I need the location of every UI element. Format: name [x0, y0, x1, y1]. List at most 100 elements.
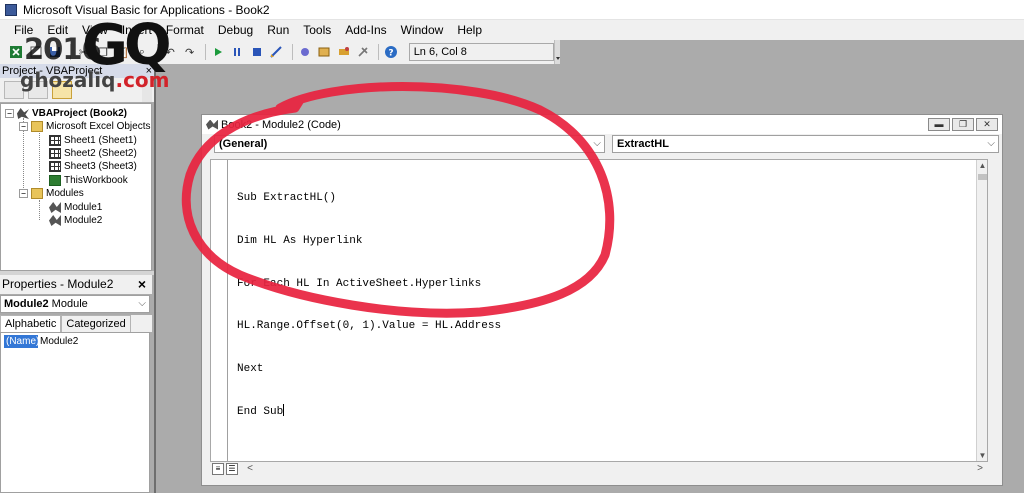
menu-help[interactable]: Help: [450, 20, 489, 40]
undo-icon[interactable]: ↶: [162, 43, 178, 61]
horizontal-scrollbar[interactable]: ≡ ☰ < >: [210, 462, 988, 476]
reset-icon[interactable]: [249, 43, 265, 61]
worksheet-icon: [49, 135, 61, 146]
properties-window-icon[interactable]: [316, 43, 332, 61]
paste-icon[interactable]: 📋: [114, 43, 130, 61]
tree-node-label: Sheet1 (Sheet1): [64, 135, 137, 146]
properties-object-select[interactable]: Module2 Module ⌵: [0, 295, 150, 313]
redo-icon[interactable]: ↷: [181, 43, 197, 61]
tree-node-sheet2[interactable]: Sheet2 (Sheet2): [49, 147, 137, 160]
properties-close-icon[interactable]: ×: [134, 276, 150, 292]
toolbox-icon[interactable]: [355, 43, 371, 61]
full-module-view-icon[interactable]: ☰: [226, 463, 238, 475]
tab-categorized[interactable]: Categorized: [61, 315, 131, 332]
menu-bar: File Edit View Insert Format Debug Run T…: [0, 20, 1024, 40]
project-close-icon[interactable]: ×: [146, 64, 152, 78]
code-line[interactable]: Next: [237, 362, 501, 376]
collapse-icon[interactable]: −: [5, 109, 14, 118]
toolbar-separator: [157, 44, 158, 60]
tree-node-vbaproject[interactable]: − VBAProject (Book2): [5, 107, 127, 120]
menu-format[interactable]: Format: [159, 20, 211, 40]
scroll-thumb[interactable]: [978, 174, 987, 180]
vertical-scrollbar[interactable]: ▲ ▼: [976, 160, 987, 461]
module-icon: [49, 202, 61, 213]
project-explorer-toolbar: [0, 78, 154, 102]
menu-tools[interactable]: Tools: [296, 20, 338, 40]
object-type: Module: [48, 298, 88, 310]
restore-icon[interactable]: ❐: [952, 118, 974, 131]
excel-icon[interactable]: [8, 43, 24, 61]
code-line[interactable]: Dim HL As Hyperlink: [237, 234, 501, 248]
code-combos: (General) ⌵ ExtractHL ⌵: [214, 135, 999, 155]
property-value[interactable]: Module2: [38, 335, 78, 348]
save-icon[interactable]: [47, 43, 63, 61]
menu-edit[interactable]: Edit: [40, 20, 75, 40]
tree-node-sheet1[interactable]: Sheet1 (Sheet1): [49, 134, 137, 147]
folder-icon: [31, 188, 43, 199]
tree-node-sheet3[interactable]: Sheet3 (Sheet3): [49, 160, 137, 173]
toggle-folders-button[interactable]: [52, 81, 72, 99]
menu-window[interactable]: Window: [394, 20, 451, 40]
code-window-titlebar[interactable]: Book2 - Module2 (Code) ▬ ❐ ✕: [202, 115, 1002, 134]
svg-text:?: ?: [389, 49, 394, 59]
menu-view[interactable]: View: [75, 20, 115, 40]
toolbar-separator: [204, 44, 206, 60]
code-line[interactable]: Sub ExtractHL(): [237, 191, 501, 205]
view-code-button[interactable]: [4, 81, 24, 99]
cut-icon[interactable]: ✂: [75, 43, 91, 61]
object-combo[interactable]: (General) ⌵: [214, 135, 605, 153]
break-icon[interactable]: [229, 43, 245, 61]
folder-icon: [31, 121, 43, 132]
collapse-icon[interactable]: −: [19, 189, 28, 198]
tree-node-thisworkbook[interactable]: ThisWorkbook: [49, 174, 128, 187]
view-object-button[interactable]: [28, 81, 48, 99]
find-icon[interactable]: ⌕: [134, 43, 150, 61]
worksheet-icon: [49, 148, 61, 159]
code-line[interactable]: HL.Range.Offset(0, 1).Value = HL.Address: [237, 319, 501, 333]
design-mode-icon[interactable]: [268, 43, 284, 61]
tree-node-module2[interactable]: Module2: [49, 214, 102, 227]
left-panel-border: [154, 64, 156, 493]
minimize-icon[interactable]: ▬: [928, 118, 950, 131]
menu-add-ins[interactable]: Add-Ins: [338, 20, 393, 40]
code-line[interactable]: End Sub: [237, 406, 283, 418]
object-browser-icon[interactable]: [335, 43, 351, 61]
module-icon: [206, 119, 218, 130]
close-icon[interactable]: ✕: [976, 118, 998, 131]
code-line-last[interactable]: End Sub: [237, 404, 501, 419]
code-lines[interactable]: Sub ExtractHL() Dim HL As Hyperlink For …: [237, 163, 501, 448]
tree-node-module1[interactable]: Module1: [49, 201, 102, 214]
tree-node-excel-objects[interactable]: − Microsoft Excel Objects: [19, 120, 150, 133]
code-editor[interactable]: Sub ExtractHL() Dim HL As Hyperlink For …: [210, 159, 988, 462]
project-tree: − VBAProject (Book2) − Microsoft Excel O…: [0, 103, 152, 271]
menu-debug[interactable]: Debug: [211, 20, 260, 40]
tree-node-modules[interactable]: − Modules: [19, 187, 84, 200]
property-row-name[interactable]: (Name) Module2: [4, 335, 78, 348]
tree-node-label: Microsoft Excel Objects: [46, 121, 151, 132]
properties-grid: (Name) Module2: [0, 332, 150, 493]
project-toolbar-scroll[interactable]: [142, 78, 152, 102]
code-line[interactable]: For Each HL In ActiveSheet.Hyperlinks: [237, 277, 501, 291]
vba-project-icon: [17, 108, 29, 119]
run-icon[interactable]: [210, 43, 226, 61]
menu-run[interactable]: Run: [260, 20, 296, 40]
project-explorer-icon[interactable]: [297, 43, 313, 61]
toolbar-options-grip[interactable]: [553, 40, 561, 64]
margin-indicator-bar[interactable]: [211, 160, 228, 461]
menu-insert[interactable]: Insert: [115, 20, 159, 40]
scroll-left-icon[interactable]: <: [244, 462, 256, 476]
properties-header: Properties - Module2 ×: [0, 275, 152, 294]
collapse-icon[interactable]: −: [19, 122, 28, 131]
insert-module-icon[interactable]: [27, 43, 43, 61]
procedure-combo[interactable]: ExtractHL ⌵: [612, 135, 999, 153]
copy-icon[interactable]: ❐: [95, 43, 111, 61]
scroll-up-icon[interactable]: ▲: [977, 160, 988, 171]
window-title: Microsoft Visual Basic for Applications …: [23, 2, 270, 17]
help-icon[interactable]: ?: [383, 43, 399, 61]
tree-node-label: VBAProject (Book2): [32, 108, 128, 119]
procedure-view-icon[interactable]: ≡: [212, 463, 224, 475]
tab-alphabetic[interactable]: Alphabetic: [0, 315, 62, 332]
scroll-down-icon[interactable]: ▼: [977, 450, 988, 461]
menu-file[interactable]: File: [0, 20, 40, 40]
scroll-right-icon[interactable]: >: [974, 462, 986, 476]
